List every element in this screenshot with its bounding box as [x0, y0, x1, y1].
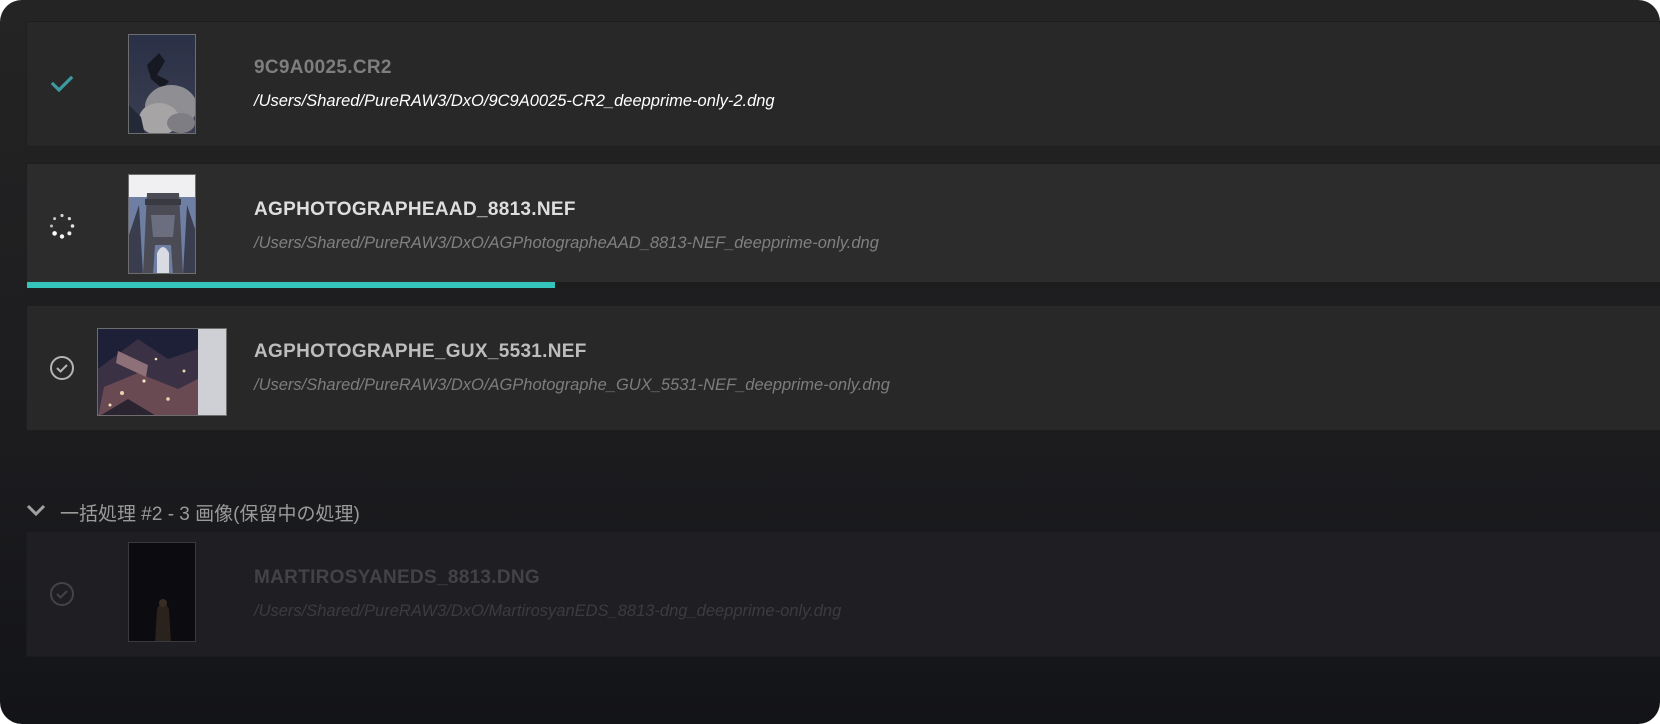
spinner-icon [47, 211, 77, 241]
batch-group-header[interactable]: 一括処理 #2 - 3 画像(保留中の処理) [26, 497, 360, 527]
checkmark-icon [47, 69, 77, 99]
queue-item[interactable]: MARTIROSYANEDS_8813.DNG /Users/Shared/Pu… [26, 531, 1660, 657]
progress-bar-fill [27, 282, 555, 288]
file-name: AGPHOTOGRAPHEAAD_8813.NEF [254, 199, 576, 220]
queue-item[interactable]: AGPHOTOGRAPHE_GUX_5531.NEF /Users/Shared… [26, 305, 1660, 431]
file-name: MARTIROSYANEDS_8813.DNG [254, 567, 540, 588]
batch-group-title: 一括処理 #2 - 3 画像(保留中の処理) [60, 503, 360, 525]
output-path: /Users/Shared/PureRAW3/DxO/AGPhotographe… [254, 376, 890, 394]
thumbnail-image [128, 34, 196, 134]
processing-queue-window: 9C9A0025.CR2 /Users/Shared/PureRAW3/DxO/… [0, 0, 1660, 724]
file-name: AGPHOTOGRAPHE_GUX_5531.NEF [254, 341, 587, 362]
circle-check-icon [47, 579, 77, 609]
output-path: /Users/Shared/PureRAW3/DxO/MartirosyanED… [254, 602, 842, 620]
queue-item-active[interactable]: AGPHOTOGRAPHEAAD_8813.NEF /Users/Shared/… [26, 163, 1660, 289]
chevron-down-icon[interactable] [26, 501, 46, 523]
progress-bar [27, 282, 1660, 288]
output-path: /Users/Shared/PureRAW3/DxO/AGPhotographe… [254, 234, 879, 252]
queue-item[interactable]: 9C9A0025.CR2 /Users/Shared/PureRAW3/DxO/… [26, 21, 1660, 147]
thumbnail-image [128, 542, 196, 642]
thumbnail-image [97, 328, 227, 416]
thumbnail-image [128, 174, 196, 274]
circle-check-icon [47, 353, 77, 383]
file-name: 9C9A0025.CR2 [254, 57, 392, 78]
output-path: /Users/Shared/PureRAW3/DxO/9C9A0025-CR2_… [254, 92, 775, 110]
